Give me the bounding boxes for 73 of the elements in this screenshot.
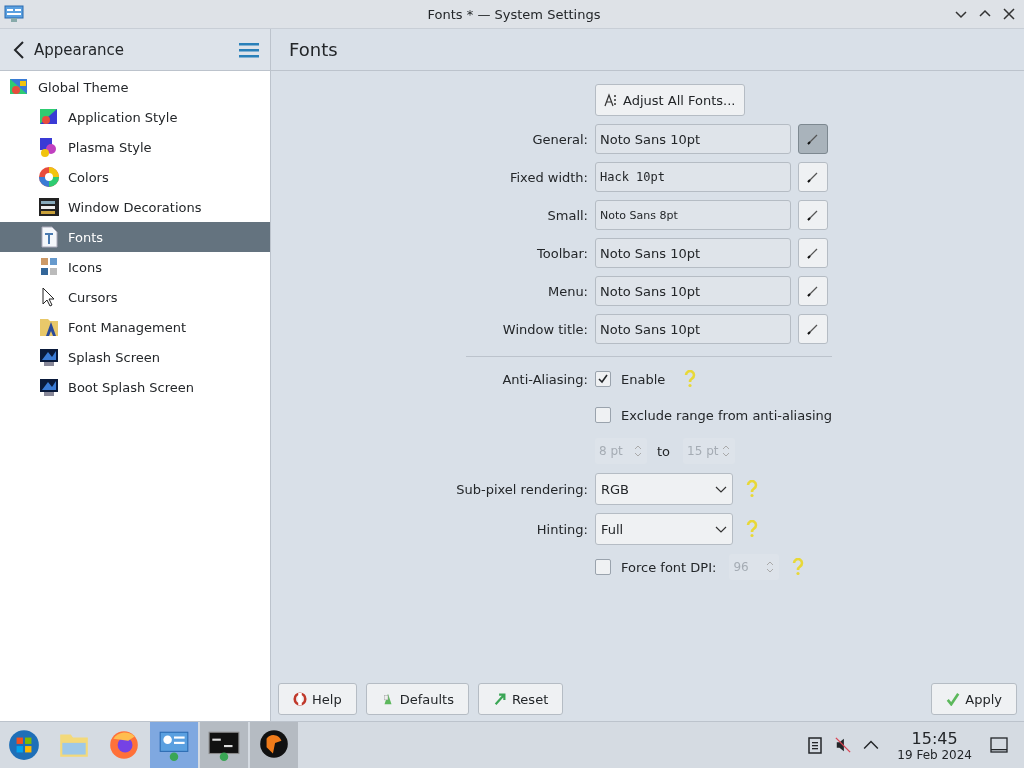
- icon-grid-icon: [38, 256, 60, 278]
- field-label: Small:: [546, 207, 588, 223]
- lifebuoy-icon: [293, 692, 307, 706]
- taskbar-app[interactable]: [200, 722, 248, 768]
- checkbox-label: Enable: [621, 371, 666, 387]
- close-icon[interactable]: [1002, 7, 1016, 21]
- sidebar-item[interactable]: Boot Splash Screen: [0, 372, 270, 402]
- color-wheel-icon: [38, 166, 60, 188]
- monitor-icon: [38, 376, 60, 398]
- menu-icon[interactable]: [239, 41, 259, 58]
- font-field: Noto Sans 8pt: [595, 200, 791, 230]
- chevron-down-icon: [715, 485, 727, 493]
- font-adjust-icon: [604, 93, 618, 107]
- chevron-down-icon: [715, 525, 727, 533]
- choose-font-button[interactable]: [798, 314, 828, 344]
- checkbox-label: Force font DPI:: [621, 559, 717, 575]
- dropdown[interactable]: Full: [595, 513, 733, 545]
- sidebar-item[interactable]: Cursors: [0, 282, 270, 312]
- check-icon: [946, 692, 961, 706]
- clock-time[interactable]: 15:45: [911, 728, 958, 748]
- dialog-button[interactable]: Help: [278, 683, 357, 715]
- sidebar-title: Appearance: [34, 40, 125, 59]
- field-label: General:: [531, 131, 588, 147]
- sidebar-item[interactable]: Colors: [0, 162, 270, 192]
- font-document-icon: [38, 226, 60, 248]
- show-desktop-icon[interactable]: [990, 736, 1008, 754]
- sidebar-item[interactable]: Global Theme: [0, 72, 270, 102]
- sidebar-item[interactable]: Splash Screen: [0, 342, 270, 372]
- back-icon[interactable]: [13, 39, 25, 60]
- browser-icon[interactable]: [107, 728, 141, 762]
- taskbar-app[interactable]: [250, 722, 298, 768]
- field-label: Toolbar:: [536, 245, 588, 261]
- field-label: Hinting:: [535, 521, 588, 537]
- field-label: Fixed width:: [508, 169, 588, 185]
- monitor-icon: [38, 346, 60, 368]
- sidebar-item[interactable]: Plasma Style: [0, 132, 270, 162]
- sidebar-item[interactable]: Application Style: [0, 102, 270, 132]
- font-field: Noto Sans 10pt: [595, 276, 791, 306]
- dialog-button[interactable]: Apply: [931, 683, 1017, 715]
- arrow-icon: [492, 692, 507, 706]
- choose-font-button[interactable]: [798, 200, 828, 230]
- field-label: Window title:: [501, 321, 588, 337]
- choose-font-button[interactable]: [798, 162, 828, 192]
- start-menu-icon[interactable]: [7, 728, 41, 762]
- window-title: Fonts * — System Settings: [426, 6, 602, 22]
- field-label: Menu:: [546, 283, 588, 299]
- checkbox-label: Exclude range from anti-aliasing: [621, 407, 832, 423]
- clipboard-icon[interactable]: [807, 736, 824, 754]
- exclude-checkbox[interactable]: [595, 407, 611, 423]
- taskbar-app[interactable]: [150, 722, 198, 768]
- range-to-label: to: [657, 443, 671, 459]
- font-field: Noto Sans 10pt: [595, 124, 791, 154]
- muted-speaker-icon[interactable]: [835, 736, 852, 754]
- field-label: Sub-pixel rendering:: [455, 481, 588, 497]
- adjust-all-fonts-button[interactable]: Adjust All Fonts...: [595, 84, 745, 116]
- font-field: Noto Sans 10pt: [595, 314, 791, 344]
- dialog-button[interactable]: Reset: [477, 683, 564, 715]
- page-title: Fonts: [289, 39, 338, 60]
- sidebar-item[interactable]: Icons: [0, 252, 270, 282]
- font-field: Hack 10pt: [595, 162, 791, 192]
- font-folder-icon: [38, 316, 60, 338]
- dropdown[interactable]: RGB: [595, 473, 733, 505]
- sidebar-item[interactable]: Window Decorations: [0, 192, 270, 222]
- enable-checkbox[interactable]: [595, 371, 611, 387]
- choose-font-button[interactable]: [798, 276, 828, 306]
- app-icon: [4, 5, 24, 23]
- clock-date[interactable]: 19 Feb 2024: [897, 747, 972, 762]
- sidebar-item[interactable]: Font Management: [0, 312, 270, 342]
- field-label: Anti-Aliasing:: [501, 371, 588, 387]
- sidebar-item[interactable]: Fonts: [0, 222, 270, 252]
- font-field: Noto Sans 10pt: [595, 238, 791, 268]
- dialog-button[interactable]: Defaults: [365, 683, 469, 715]
- window-icon: [38, 196, 60, 218]
